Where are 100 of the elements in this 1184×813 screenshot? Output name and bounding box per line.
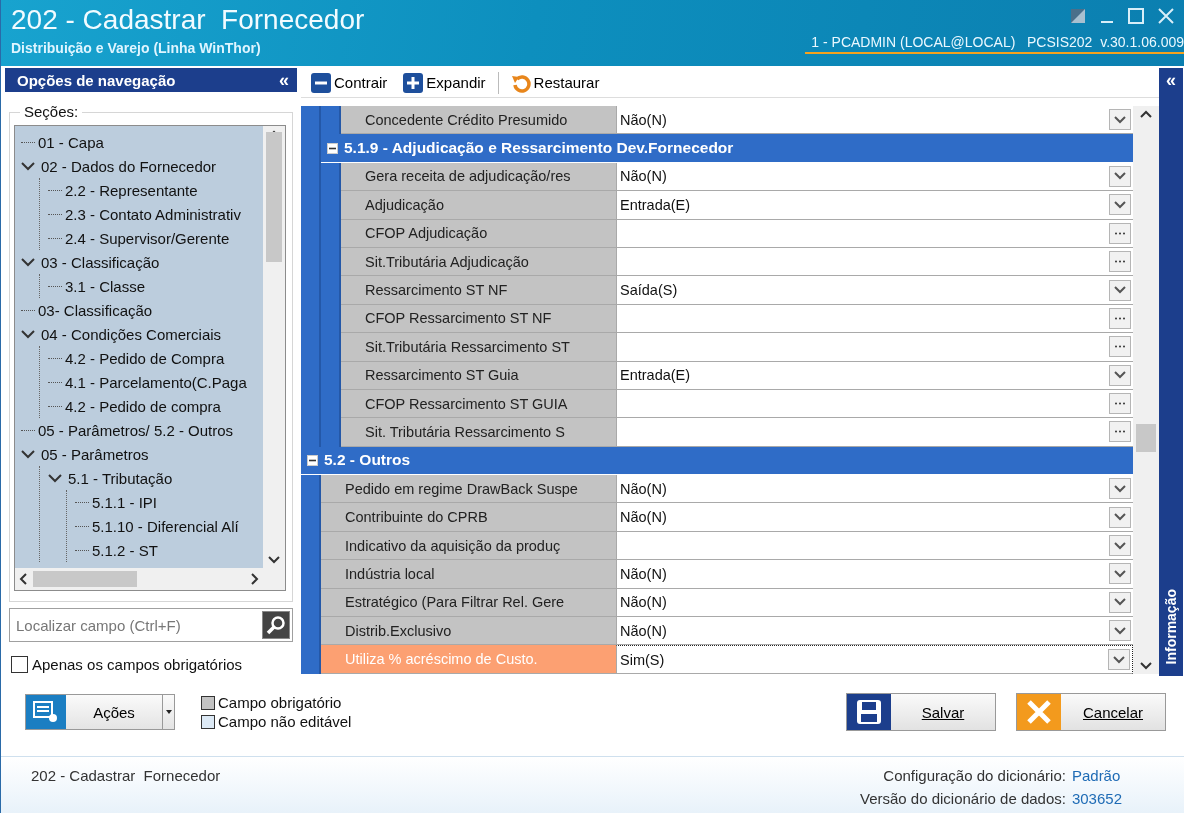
field-label: Sit.Tributária Adjudicação xyxy=(341,247,616,277)
dropdown-button[interactable] xyxy=(1109,506,1131,528)
toolbar-button[interactable]: Expandir xyxy=(399,72,490,93)
tree-item[interactable]: 02 - Dados do Fornecedor xyxy=(41,157,217,175)
value-field[interactable]: Não(N) xyxy=(616,588,1133,618)
collapse-button[interactable]: « xyxy=(279,69,289,91)
dropdown-button[interactable] xyxy=(1109,165,1131,187)
search-field[interactable]: Localizar campo (Ctrl+F) xyxy=(9,608,293,642)
chevron-down-icon xyxy=(1140,662,1152,670)
vertical-scrollbar[interactable] xyxy=(1133,106,1159,674)
value-field[interactable]: Não(N) xyxy=(616,503,1133,532)
checkbox[interactable] xyxy=(11,656,28,673)
field-label: CFOP Ressarcimento ST GUIA xyxy=(341,389,616,419)
chevron-down-icon[interactable] xyxy=(21,257,35,267)
tree-item[interactable]: 2.2 - Representante xyxy=(65,181,198,199)
tree-item[interactable]: 03- Classificação xyxy=(38,301,153,319)
dropdown-button[interactable] xyxy=(1109,478,1131,500)
value-field[interactable]: Entrada(E) xyxy=(616,191,1133,220)
dropdown-button[interactable] xyxy=(1109,620,1131,642)
minus-icon[interactable] xyxy=(327,142,338,154)
caret-icon xyxy=(165,710,172,714)
close-icon[interactable] xyxy=(1158,8,1174,24)
value-field[interactable] xyxy=(616,418,1133,447)
field-label: Concedente Crédito Presumido xyxy=(341,106,616,135)
tree-item[interactable]: 05 - Parâmetros xyxy=(41,445,149,463)
dropdown-button[interactable] xyxy=(1109,279,1131,301)
value-field[interactable]: Não(N) xyxy=(616,106,1133,135)
value-field[interactable] xyxy=(616,304,1133,334)
restore-icon[interactable] xyxy=(1070,8,1086,24)
value-field[interactable] xyxy=(616,333,1133,362)
value-field[interactable] xyxy=(616,531,1133,561)
plus-icon xyxy=(403,72,424,93)
chevron-up-icon[interactable] xyxy=(1140,110,1152,118)
panel-title: Informação xyxy=(1163,588,1179,664)
tree-item[interactable]: 05 - Parâmetros/ 5.2 - Outros xyxy=(38,421,234,439)
toolbar-button[interactable]: Restaurar xyxy=(506,72,604,93)
chevron-down-icon[interactable] xyxy=(48,473,62,483)
scroll-thumb[interactable] xyxy=(1136,424,1156,452)
dropdown-button[interactable] xyxy=(1108,649,1130,671)
chevron-down-icon xyxy=(1114,286,1126,295)
dropdown-button[interactable] xyxy=(1109,364,1131,386)
tree-item[interactable]: 03 - Classificação xyxy=(41,253,160,271)
maximize-icon[interactable] xyxy=(1128,8,1144,24)
value-field[interactable]: Saída(S) xyxy=(616,276,1133,305)
value-field[interactable]: Sim(S) xyxy=(616,645,1133,674)
search-icon xyxy=(266,615,286,635)
actions-button[interactable]: Ações xyxy=(25,694,175,730)
value-field[interactable] xyxy=(616,247,1133,277)
tree-item[interactable]: 2.3 - Contato Administrativ xyxy=(65,205,241,223)
tree-item[interactable]: 2.4 - Supervisor/Gerente xyxy=(65,229,230,247)
toolbar-button[interactable]: Contrair xyxy=(307,72,392,93)
legend-swatch xyxy=(201,695,215,710)
ellipsis-icon xyxy=(1114,430,1126,434)
info-value: 303652 xyxy=(1071,790,1122,809)
value-field[interactable]: Entrada(E) xyxy=(616,361,1133,390)
chevron-left-icon[interactable] xyxy=(19,573,27,585)
chevron-down-icon xyxy=(1114,513,1126,522)
chevron-down-icon xyxy=(1114,172,1126,181)
dropdown-button[interactable] xyxy=(1109,591,1131,613)
scroll-thumb[interactable] xyxy=(33,571,137,587)
ellipsis-icon xyxy=(1114,260,1126,264)
tree-item[interactable]: 4.1 - Parcelamento(C.Paga xyxy=(65,373,247,391)
group-label: Seções: xyxy=(20,103,83,120)
value-field[interactable]: Não(N) xyxy=(616,475,1133,504)
field-label: Sit. Tributária Ressarcimento S xyxy=(341,418,616,447)
field-label: CFOP Adjudicação xyxy=(341,219,616,248)
value-field[interactable]: Não(N) xyxy=(616,617,1133,646)
tree-item[interactable]: 5.1.10 - Diferencial Alí xyxy=(92,517,239,535)
dropdown-button[interactable] xyxy=(1109,563,1131,585)
chevron-down-icon[interactable] xyxy=(21,449,35,459)
dropdown-button[interactable] xyxy=(1109,194,1131,216)
checkbox-label: Apenas os campos obrigatórios xyxy=(32,656,243,673)
value-field[interactable] xyxy=(616,389,1133,419)
cancel-button[interactable]: Cancelar xyxy=(1016,693,1166,731)
value-field[interactable] xyxy=(616,219,1133,248)
routine-name: 202 - Cadastrar Fornecedor xyxy=(31,767,221,786)
legend-swatch xyxy=(201,714,215,729)
value-field[interactable]: Não(N) xyxy=(616,162,1133,192)
scroll-thumb[interactable] xyxy=(266,132,282,262)
tree-item[interactable]: 4.2 - Pedido de compra xyxy=(65,397,221,415)
save-button[interactable]: Salvar xyxy=(846,693,996,731)
ellipsis-icon xyxy=(1114,316,1126,320)
expand-button[interactable]: « xyxy=(1166,70,1176,91)
chevron-right-icon[interactable] xyxy=(251,573,259,585)
chevron-down-icon[interactable] xyxy=(21,161,35,171)
field-label: Indústria local xyxy=(321,560,616,589)
chevron-down-icon[interactable] xyxy=(21,329,35,339)
search-button[interactable] xyxy=(262,611,290,639)
tree-item[interactable]: 5.1.2 - ST xyxy=(92,541,158,559)
dropdown-button[interactable] xyxy=(1109,535,1131,557)
tree-item[interactable]: 5.1 - Tributação xyxy=(68,469,173,487)
tree-item[interactable]: 3.1 - Classe xyxy=(65,277,146,295)
tree-item[interactable]: 01 - Capa xyxy=(38,133,104,151)
value-field[interactable]: Não(N) xyxy=(616,560,1133,589)
tree-item[interactable]: 4.2 - Pedido de Compra xyxy=(65,349,225,367)
minus-icon[interactable] xyxy=(307,454,318,466)
ellipsis-icon xyxy=(1114,402,1126,406)
tree-item[interactable]: 5.1.1 - IPI xyxy=(92,493,158,511)
tree-item[interactable]: 04 - Condições Comerciais xyxy=(41,325,222,343)
dropdown-button[interactable] xyxy=(1109,109,1131,131)
